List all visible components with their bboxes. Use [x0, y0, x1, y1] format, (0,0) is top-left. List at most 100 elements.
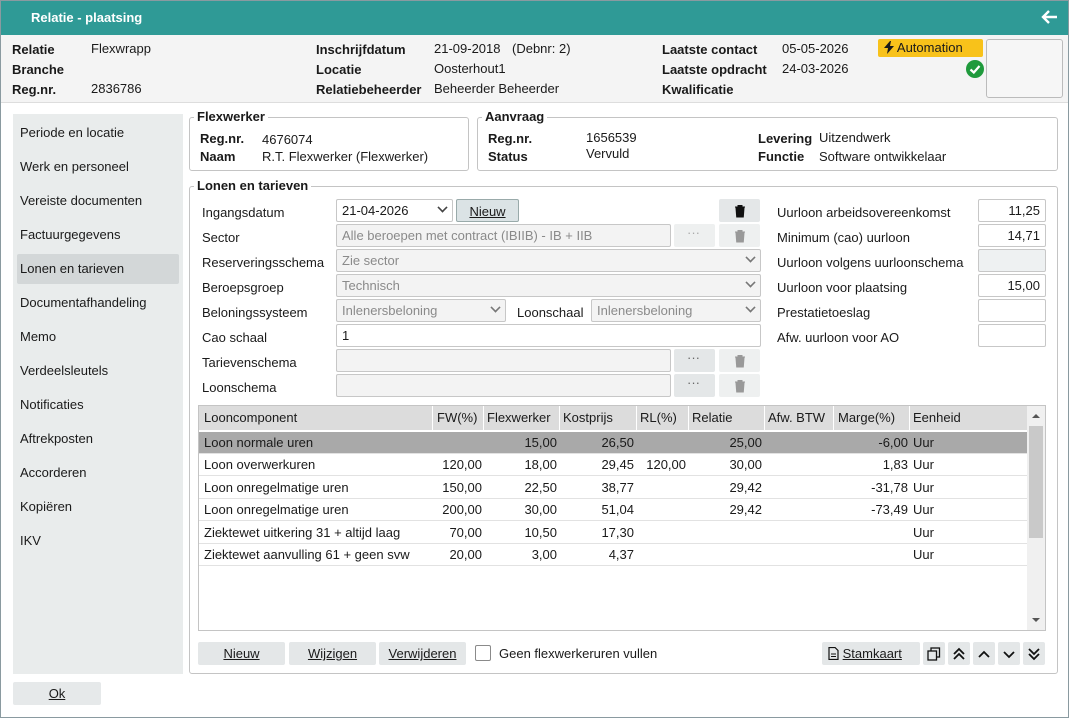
cell-afw-btw — [764, 522, 831, 544]
table-row[interactable]: Ziektewet aanvulling 61 + geen svw 20,00… — [199, 544, 1027, 566]
chevron-down-icon — [437, 202, 448, 213]
loonschaal-select[interactable]: Inlenersbeloning — [591, 299, 761, 322]
sidebar-item-verdeelsleutels[interactable]: Verdeelsleutels — [17, 356, 179, 386]
title-bar: Relatie - plaatsing — [1, 1, 1068, 35]
trash-icon — [735, 380, 745, 393]
table-row[interactable]: Loon overwerkuren 120,00 18,00 29,45 120… — [199, 454, 1027, 476]
sector-field[interactable]: Alle beroepen met contract (IBIIB) - IB … — [336, 224, 671, 247]
table-row[interactable]: Loon normale uren 15,00 26,50 25,00 -6,0… — [199, 432, 1027, 454]
tarievenschema-delete-button[interactable] — [719, 349, 760, 372]
copy-button[interactable] — [923, 642, 945, 665]
sidebar-item-lonen-en-tarieven[interactable]: Lonen en tarieven — [17, 254, 179, 284]
scroll-down-icon[interactable] — [1027, 612, 1045, 628]
sidebar-item-ikv[interactable]: IKV — [17, 526, 179, 556]
sector-lookup-button[interactable]: ··· — [674, 224, 715, 247]
sidebar-item-notificaties[interactable]: Notificaties — [17, 390, 179, 420]
afw-uurloon-input[interactable] — [978, 324, 1046, 347]
loonschema-field[interactable] — [336, 374, 671, 397]
delete-ingangsdatum-button[interactable] — [719, 199, 760, 222]
scrollbar-thumb[interactable] — [1029, 426, 1043, 538]
cell-rl — [636, 499, 686, 521]
sidebar-item-documentafhandeling[interactable]: Documentafhandeling — [17, 288, 179, 318]
cell-eenheid: Uur — [913, 457, 934, 472]
wijzigen-button[interactable]: Wijzigen — [289, 642, 376, 665]
automation-label: Automation — [896, 40, 963, 55]
cao-schaal-label: Cao schaal — [202, 330, 268, 345]
uurloon-schema-input[interactable] — [978, 249, 1046, 272]
aanvraag-levering-label: Levering — [758, 131, 813, 146]
sidebar-item-factuurgegevens[interactable]: Factuurgegevens — [17, 220, 179, 250]
verwijderen-button[interactable]: Verwijderen — [379, 642, 466, 665]
beloningssysteem-select[interactable]: Inlenersbeloning — [336, 299, 506, 322]
nieuw-ingangsdatum-button[interactable]: Nieuw — [456, 199, 519, 222]
column-header-looncomponent[interactable]: Looncomponent — [204, 407, 429, 429]
laatste-contact-label: Laatste contact — [662, 42, 758, 57]
cell-fw: 120,00 — [442, 457, 482, 472]
relatie-value: Flexwrapp — [91, 41, 151, 56]
ingangsdatum-value: 21-04-2026 — [342, 203, 409, 218]
stamkaart-button[interactable]: Stamkaart — [822, 642, 920, 665]
beroepsgroep-select[interactable]: Technisch — [336, 274, 761, 297]
geen-flexwerkeruren-checkbox[interactable] — [475, 645, 491, 661]
cell-eenheid: Uur — [913, 502, 934, 517]
sidebar-item-vereiste-documenten[interactable]: Vereiste documenten — [17, 186, 179, 216]
chevron-down-icon — [490, 302, 501, 313]
uurloon-plaatsing-input[interactable]: 15,00 — [978, 274, 1046, 297]
sector-delete-button[interactable] — [719, 224, 760, 247]
column-header-marge[interactable]: Marge(%) — [838, 407, 908, 429]
tarievenschema-lookup-button[interactable]: ··· — [674, 349, 715, 372]
cell-eenheid: Uur — [913, 435, 934, 450]
tarievenschema-field[interactable] — [336, 349, 671, 372]
regnr-label: Reg.nr. — [12, 82, 57, 97]
sidebar-item-werk-en-personeel[interactable]: Werk en personeel — [17, 152, 179, 182]
sidebar-item-memo[interactable]: Memo — [17, 322, 179, 352]
cell-rl — [636, 544, 686, 566]
loonschema-delete-button[interactable] — [719, 374, 760, 397]
uurloon-cao-input[interactable]: 11,25 — [978, 199, 1046, 222]
sidebar-item-periode-en-locatie[interactable]: Periode en locatie — [17, 118, 179, 148]
cao-schaal-input[interactable]: 1 — [336, 324, 761, 347]
inschrijfdatum-value: 21-09-2018 — [434, 41, 501, 56]
column-header-relatie[interactable]: Relatie — [692, 407, 762, 429]
loonschema-lookup-button[interactable]: ··· — [674, 374, 715, 397]
reserveringsschema-value: Zie sector — [342, 253, 400, 268]
prestatietoeslag-input[interactable] — [978, 299, 1046, 322]
column-header-fw[interactable]: FW(%) — [437, 407, 487, 429]
cell-relatie: 29,42 — [729, 502, 762, 517]
sidebar-item-aftrekposten[interactable]: Aftrekposten — [17, 424, 179, 454]
cell-eenheid: Uur — [913, 547, 934, 562]
table-row[interactable]: Ziektewet uitkering 31 + altijd laag 70,… — [199, 522, 1027, 544]
nieuw-row-label: Nieuw — [223, 646, 260, 661]
minimum-uurloon-input[interactable]: 14,71 — [978, 224, 1046, 247]
column-header-eenheid[interactable]: Eenheid — [913, 407, 993, 429]
ellipsis-icon: ··· — [687, 350, 700, 365]
lightning-icon — [884, 41, 894, 54]
sidebar-item-kopieren[interactable]: Kopiëren — [17, 492, 179, 522]
cell-marge: 1,83 — [882, 457, 908, 472]
ingangsdatum-select[interactable]: 21-04-2026 — [336, 199, 453, 222]
reserveringsschema-select[interactable]: Zie sector — [336, 249, 761, 272]
table-row[interactable]: Loon onregelmatige uren 200,00 30,00 51,… — [199, 499, 1027, 521]
column-header-rl[interactable]: RL(%) — [640, 407, 688, 429]
cell-fw: 200,00 — [442, 502, 482, 517]
move-to-bottom-button[interactable] — [1023, 642, 1045, 665]
move-to-top-button[interactable] — [948, 642, 970, 665]
automation-badge[interactable]: Automation — [878, 39, 983, 57]
scroll-up-icon[interactable] — [1027, 408, 1045, 424]
vertical-scrollbar[interactable] — [1027, 406, 1045, 630]
beloningssysteem-value: Inlenersbeloning — [342, 303, 438, 318]
sidebar-item-accorderen[interactable]: Accorderen — [17, 458, 179, 488]
back-arrow-icon[interactable] — [1038, 6, 1060, 28]
photo-placeholder[interactable] — [986, 39, 1063, 98]
move-up-button[interactable] — [973, 642, 995, 665]
table-row[interactable]: Loon onregelmatige uren 150,00 22,50 38,… — [199, 477, 1027, 499]
ok-button[interactable]: Ok — [13, 682, 101, 705]
chevron-up-icon — [978, 650, 990, 658]
sector-label: Sector — [202, 230, 240, 245]
column-header-kostprijs[interactable]: Kostprijs — [563, 407, 633, 429]
column-header-flexwerker[interactable]: Flexwerker — [487, 407, 557, 429]
nieuw-row-button[interactable]: Nieuw — [198, 642, 285, 665]
geen-flexwerkeruren-label: Geen flexwerkeruren vullen — [499, 646, 658, 661]
column-header-afw-btw[interactable]: Afw. BTW — [768, 407, 832, 429]
move-down-button[interactable] — [998, 642, 1020, 665]
